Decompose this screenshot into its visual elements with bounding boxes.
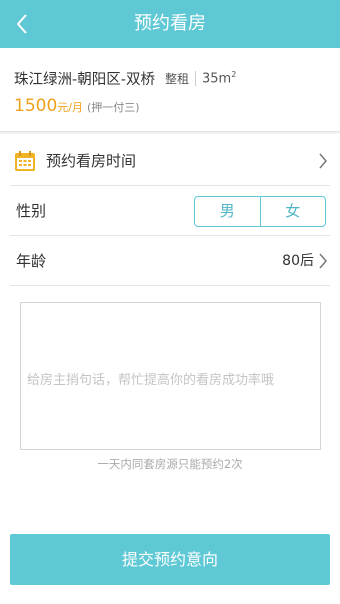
payment-note: (押一付三) — [86, 101, 140, 114]
rent-type: 整租 — [164, 71, 189, 86]
divider — [194, 70, 196, 86]
listing-area: 35m2 — [202, 70, 236, 86]
listing-area-value: 35m — [201, 71, 232, 87]
chevron-left-icon — [16, 14, 27, 34]
age-value: 80后 — [282, 253, 314, 269]
calendar-icon — [15, 151, 35, 171]
message-input[interactable] — [20, 302, 321, 450]
price-amount: 1500 — [14, 96, 58, 116]
chevron-right-icon — [319, 253, 327, 269]
submit-button[interactable]: 提交预约意向 — [10, 534, 330, 585]
viewing-time-row[interactable]: 预约看房时间 — [10, 136, 330, 186]
listing-price-row: 1500 元/月 (押一付三) — [14, 96, 140, 120]
gender-female-option[interactable]: 女 — [259, 197, 326, 226]
page-title: 预约看房 — [134, 13, 206, 34]
listing-name: 珠江绿洲-朝阳区-双桥 — [14, 71, 155, 88]
gender-label: 性别 — [16, 202, 47, 220]
app-header: 预约看房 — [0, 0, 340, 48]
listing-title-row: 珠江绿洲-朝阳区-双桥 整租 35m2 — [14, 68, 236, 88]
price-unit: 元/月 — [57, 101, 83, 114]
listing-summary: 珠江绿洲-朝阳区-双桥 整租 35m2 1500 元/月 (押一付三) — [0, 48, 340, 132]
gender-male-option[interactable]: 男 — [195, 197, 260, 226]
back-button[interactable] — [4, 0, 40, 48]
chevron-right-icon — [319, 153, 327, 169]
gender-selector: 男 女 — [194, 196, 326, 227]
viewing-time-label: 预约看房时间 — [46, 152, 137, 170]
age-label: 年龄 — [16, 252, 47, 270]
appointment-form: 预约看房时间 性别 男 女 年龄 80后 一天内同套房源只能预约2次 提交预约意… — [0, 134, 340, 604]
booking-limit-hint: 一天内同套房源只能预约2次 — [97, 457, 243, 471]
gender-row: 性别 男 女 — [10, 186, 330, 236]
area-unit-superscript: 2 — [231, 69, 237, 79]
age-row[interactable]: 年龄 80后 — [10, 236, 330, 286]
